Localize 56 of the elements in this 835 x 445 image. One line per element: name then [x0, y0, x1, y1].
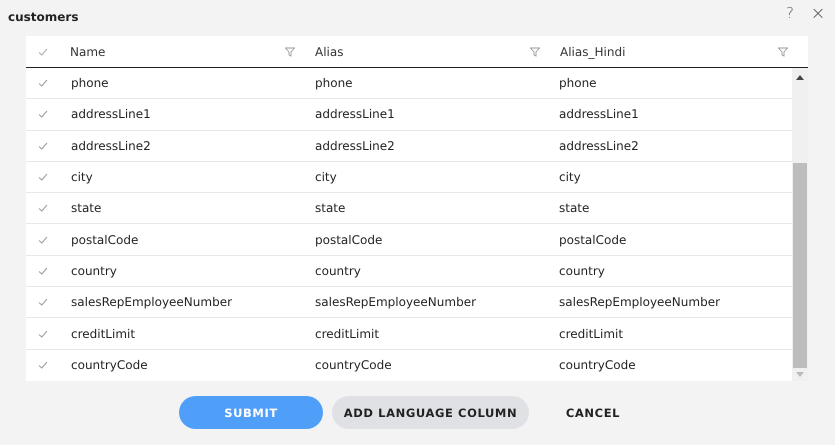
table-cell: postalCode	[315, 232, 382, 247]
column-header[interactable]: Alias	[315, 44, 344, 58]
filter-icon[interactable]	[285, 46, 295, 56]
table-cell: state	[315, 201, 346, 216]
help-button[interactable]: ?	[781, 4, 799, 22]
table-cell: salesRepEmployeeNumber	[559, 295, 720, 310]
scrollbar-thumb[interactable]	[793, 163, 807, 368]
table-cell: creditLimit	[559, 326, 624, 341]
row-checkbox[interactable]	[38, 361, 48, 370]
dialog-title: customers	[8, 10, 80, 24]
table-cell: countryCode	[315, 358, 392, 372]
table-cell: phone	[559, 76, 597, 90]
row-checkbox[interactable]	[38, 330, 48, 338]
column-header[interactable]: Name	[70, 44, 106, 58]
filter-icon[interactable]	[778, 46, 788, 56]
table-cell: country	[71, 264, 117, 278]
cancel-button[interactable]: CANCEL	[538, 396, 648, 429]
table-cell: salesRepEmployeeNumber	[315, 295, 476, 310]
table-cell: city	[71, 170, 93, 184]
check-icon[interactable]	[38, 48, 48, 56]
row-checkbox[interactable]	[38, 142, 48, 150]
table-cell: state	[559, 201, 590, 216]
table-cell: addressLine1	[559, 107, 639, 122]
row-checkbox[interactable]	[38, 266, 48, 275]
add-language-column-button[interactable]: ADD LANGUAGE COLUMN	[332, 396, 529, 429]
table-cell: addressLine2	[315, 138, 395, 153]
scroll-down-icon[interactable]	[796, 372, 804, 377]
table-cell: state	[71, 201, 102, 216]
table-cell: countryCode	[71, 358, 148, 372]
table-cell: creditLimit	[315, 326, 380, 341]
table-cell: postalCode	[71, 232, 138, 247]
close-button[interactable]: ×	[809, 2, 827, 24]
scrollbar[interactable]	[792, 68, 808, 381]
table-cell: addressLine2	[559, 138, 639, 153]
table-cell: city	[559, 170, 581, 184]
row-checkbox[interactable]	[38, 79, 48, 88]
table-cell: phone	[315, 76, 353, 90]
table-cell: addressLine2	[71, 138, 151, 153]
table-cell: addressLine1	[71, 107, 151, 122]
table-cell: postalCode	[559, 232, 626, 247]
column-header[interactable]: Alias_Hindi	[560, 44, 626, 58]
filter-icon[interactable]	[530, 46, 540, 56]
table-cell: country	[559, 264, 605, 278]
scroll-up-icon[interactable]	[796, 75, 804, 80]
row-checkbox[interactable]	[38, 173, 48, 182]
row-checkbox[interactable]	[38, 204, 48, 212]
row-checkbox[interactable]	[38, 110, 48, 118]
table-cell: city	[315, 170, 337, 184]
row-checkbox[interactable]	[38, 298, 48, 306]
table-cell: phone	[71, 76, 109, 90]
table-cell: salesRepEmployeeNumber	[71, 295, 232, 310]
table-cell: creditLimit	[71, 326, 136, 341]
row-checkbox[interactable]	[38, 236, 48, 244]
table-cell: country	[315, 264, 361, 278]
table-cell: addressLine1	[315, 107, 395, 122]
table-cell: countryCode	[559, 358, 636, 372]
